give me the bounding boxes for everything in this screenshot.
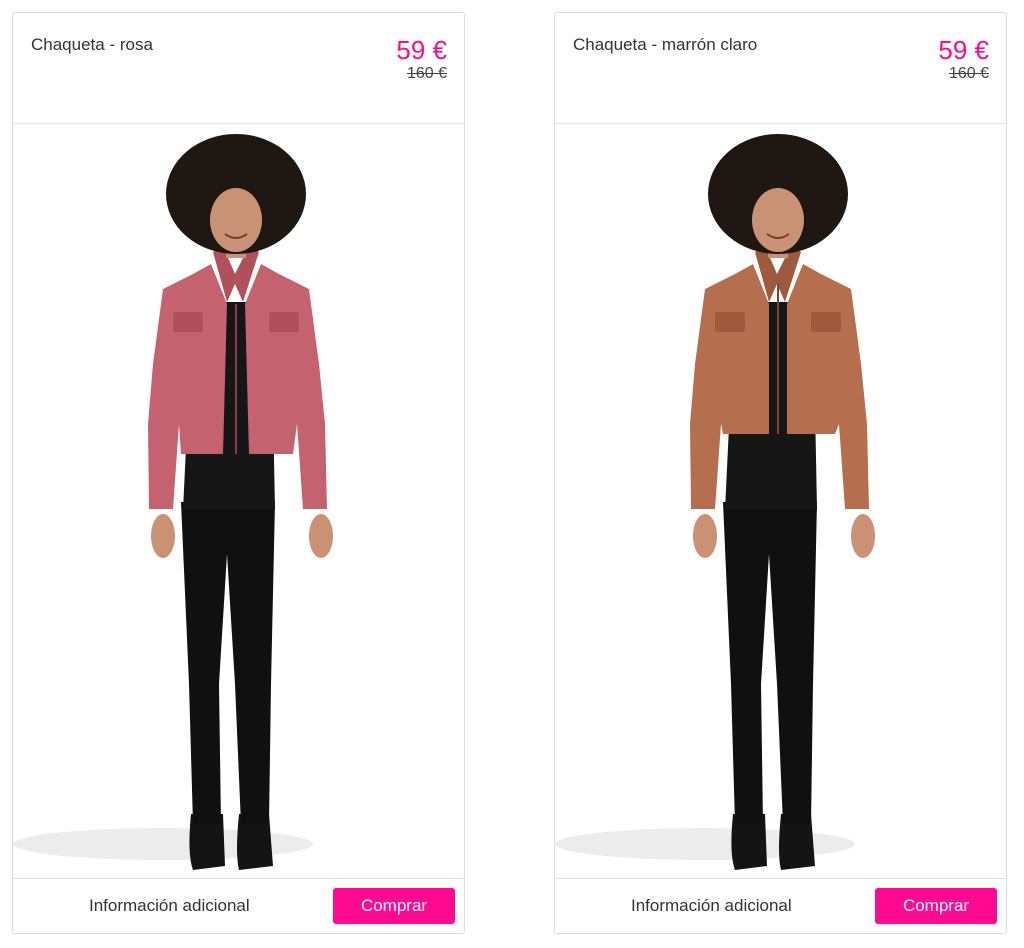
product-card-header: Chaqueta - rosa 59 € 160 € xyxy=(13,13,464,124)
product-card-footer: Información adicional Comprar xyxy=(555,878,1006,933)
product-image[interactable] xyxy=(555,124,1006,880)
product-card-header: Chaqueta - marrón claro 59 € 160 € xyxy=(555,13,1006,124)
sale-price: 59 € xyxy=(396,35,447,65)
model-figure-image xyxy=(13,134,333,870)
more-info-link[interactable]: Información adicional xyxy=(89,896,250,916)
product-card: Chaqueta - marrón claro 59 € 160 € Infor… xyxy=(554,12,1007,934)
product-title[interactable]: Chaqueta - rosa xyxy=(31,35,153,55)
price-box: 59 € 160 € xyxy=(396,35,447,83)
more-info-link[interactable]: Información adicional xyxy=(631,896,792,916)
original-price: 160 € xyxy=(948,65,989,82)
model-figure-image xyxy=(555,134,875,870)
sale-price: 59 € xyxy=(938,35,989,65)
original-price: 160 € xyxy=(406,65,447,82)
buy-button[interactable]: Comprar xyxy=(333,888,455,924)
buy-button[interactable]: Comprar xyxy=(875,888,997,924)
product-grid: Chaqueta - rosa 59 € 160 € Información a… xyxy=(0,0,1024,948)
product-image[interactable] xyxy=(13,124,464,880)
price-box: 59 € 160 € xyxy=(938,35,989,83)
product-title[interactable]: Chaqueta - marrón claro xyxy=(573,35,757,55)
product-card: Chaqueta - rosa 59 € 160 € Información a… xyxy=(12,12,465,934)
product-card-footer: Información adicional Comprar xyxy=(13,878,464,933)
